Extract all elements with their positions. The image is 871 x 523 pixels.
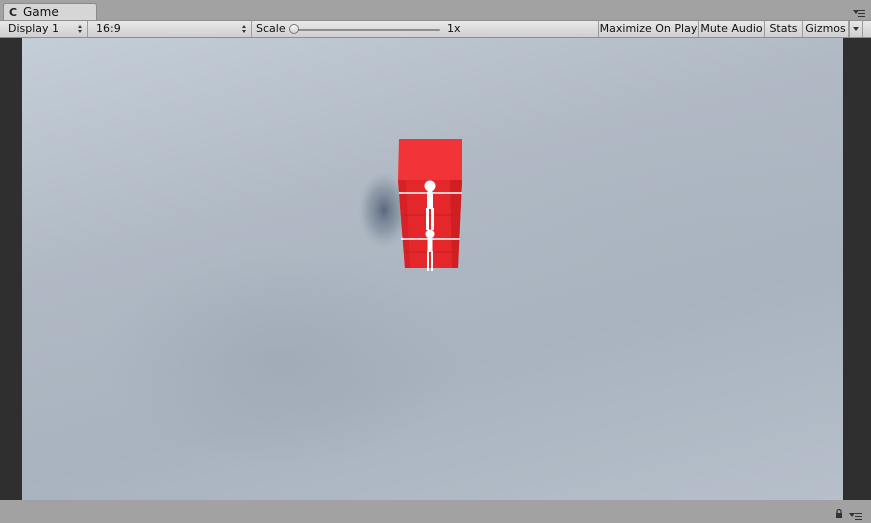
panel-menu-icon[interactable]: [849, 510, 862, 520]
chevron-down-icon: [853, 27, 859, 31]
tab-game[interactable]: C Game: [3, 3, 97, 20]
scale-slider-track[interactable]: [290, 29, 440, 31]
status-bar: [0, 500, 871, 523]
stats-button[interactable]: Stats: [765, 21, 803, 37]
maximize-on-play-label: Maximize On Play: [599, 22, 698, 35]
aspect-select-value: 16:9: [96, 22, 121, 35]
display-select-value: Display 1: [8, 22, 60, 35]
lock-icon[interactable]: [835, 509, 843, 518]
mute-audio-button[interactable]: Mute Audio: [699, 21, 765, 37]
game-toolbar: Display 1 16:9 Scale 1x Maximize On Play…: [0, 20, 871, 38]
gizmos-button[interactable]: Gizmos: [803, 21, 849, 37]
game-viewport[interactable]: [22, 38, 843, 500]
game-scene: [358, 139, 462, 271]
scale-label: Scale: [256, 22, 286, 35]
mute-audio-label: Mute Audio: [700, 22, 763, 35]
tab-label: Game: [23, 5, 59, 19]
display-select[interactable]: Display 1: [0, 21, 88, 37]
maximize-on-play-button[interactable]: Maximize On Play: [598, 21, 699, 37]
aspect-select[interactable]: 16:9: [88, 21, 252, 37]
game-view-frame: [0, 38, 871, 500]
stats-label: Stats: [769, 22, 798, 35]
gizmos-dropdown[interactable]: [849, 21, 863, 37]
scale-value: 1x: [447, 22, 461, 35]
tower-top-face: [398, 139, 462, 180]
tab-strip: C Game: [0, 0, 871, 20]
game-icon: C: [9, 6, 18, 19]
select-arrows-icon: [78, 25, 83, 34]
select-arrows-icon: [242, 25, 247, 34]
gizmos-label: Gizmos: [805, 22, 846, 35]
panel-menu-icon[interactable]: [853, 7, 865, 18]
scale-slider-thumb[interactable]: [289, 24, 299, 34]
